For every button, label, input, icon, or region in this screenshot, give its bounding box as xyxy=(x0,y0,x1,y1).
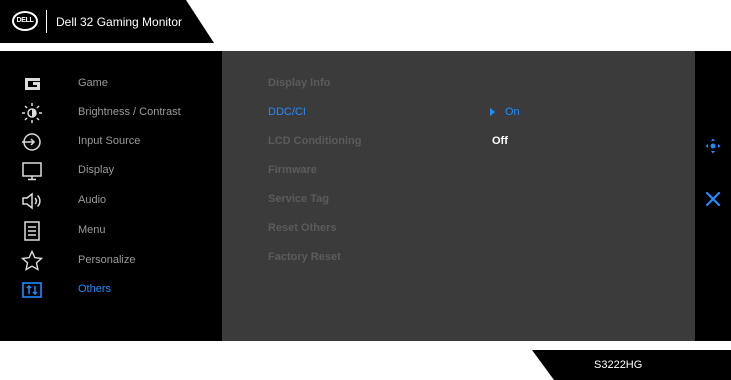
star-icon xyxy=(20,249,44,273)
sidebar-item-label: Game xyxy=(78,77,108,89)
sidebar: Game Brightness / Contrast Input Source … xyxy=(0,51,222,341)
sidebar-item-others[interactable]: Others xyxy=(20,276,220,304)
others-icon xyxy=(20,278,44,302)
submenu-panel: Display Info DDC/CI LCD Conditioning Fir… xyxy=(222,51,695,341)
submenu-item-firmware[interactable]: Firmware xyxy=(268,164,317,176)
brightness-icon xyxy=(20,101,44,125)
sidebar-item-label: Display xyxy=(78,164,115,176)
sidebar-item-label: Menu xyxy=(78,224,106,236)
selected-arrow-icon xyxy=(490,108,495,116)
submenu-item-ddc-ci[interactable]: DDC/CI xyxy=(268,106,306,118)
speaker-icon xyxy=(20,189,44,213)
close-icon[interactable] xyxy=(705,191,721,207)
sidebar-item-personalize[interactable]: Personalize xyxy=(20,247,220,275)
title-divider xyxy=(46,10,47,33)
game-icon xyxy=(20,72,44,96)
menu-icon xyxy=(20,219,44,243)
input-source-icon xyxy=(20,130,44,154)
submenu-item-reset-others[interactable]: Reset Others xyxy=(268,222,336,234)
sidebar-item-audio[interactable]: Audio xyxy=(20,187,220,215)
option-on-label: On xyxy=(505,106,520,118)
title-bar: DELL Dell 32 Gaming Monitor xyxy=(0,0,214,43)
display-icon xyxy=(20,159,44,183)
submenu-item-lcd-conditioning[interactable]: LCD Conditioning xyxy=(268,135,361,147)
option-on[interactable]: On xyxy=(490,106,520,118)
sidebar-item-display[interactable]: Display xyxy=(20,157,220,185)
osd-panel: Game Brightness / Contrast Input Source … xyxy=(0,51,731,341)
sidebar-item-label: Input Source xyxy=(78,135,141,147)
sidebar-item-brightness-contrast[interactable]: Brightness / Contrast xyxy=(20,99,220,127)
sidebar-item-game[interactable]: Game xyxy=(20,70,220,98)
submenu-item-factory-reset[interactable]: Factory Reset xyxy=(268,251,341,263)
sidebar-item-label: Others xyxy=(78,283,112,295)
sidebar-item-label: Audio xyxy=(78,194,107,206)
option-off[interactable]: Off xyxy=(492,135,508,147)
sidebar-item-label: Personalize xyxy=(78,254,136,266)
window-title: Dell 32 Gaming Monitor xyxy=(56,15,183,29)
navigation-bar xyxy=(695,51,731,341)
submenu-item-display-info[interactable]: Display Info xyxy=(268,77,330,89)
sidebar-item-input-source[interactable]: Input Source xyxy=(20,128,220,156)
joystick-icon[interactable] xyxy=(705,138,721,154)
model-number: S3222HG xyxy=(594,359,643,371)
sidebar-item-menu[interactable]: Menu xyxy=(20,217,220,245)
dell-logo: DELL xyxy=(12,11,38,31)
sidebar-item-label: Brightness / Contrast xyxy=(78,106,181,118)
model-badge: S3222HG xyxy=(532,350,731,380)
submenu-item-service-tag[interactable]: Service Tag xyxy=(268,193,329,205)
